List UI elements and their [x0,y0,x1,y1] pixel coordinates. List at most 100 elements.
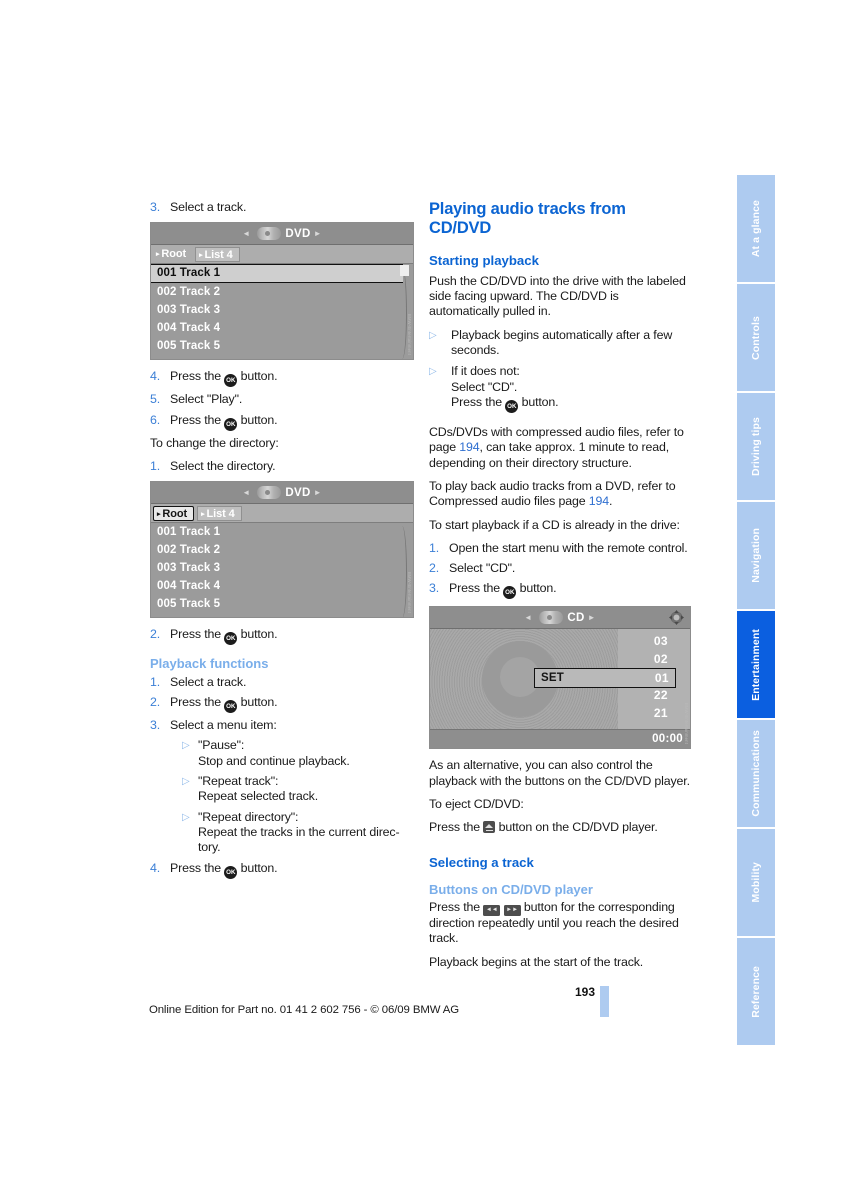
screenshot-dvd-list-4: ◄ DVD ► ▸ Root ▸ List 4 001 Track 1 002 Tr… [150,222,414,361]
index-tab-navigation[interactable]: Navigation [737,502,775,609]
menu-item-pause: ▷ "Pause": Stop and continue playback. [150,738,414,769]
figure-caption: BMW-Entertainment [407,572,412,614]
step-number: 3. [150,718,161,733]
index-tab-entertainment[interactable]: Entertainment [737,611,775,718]
nav-left-icon: ◄ [524,613,533,623]
heading-playback-functions: Playback functions [150,656,269,672]
change-directory-intro: To change the directory: [150,435,279,450]
manual-page: 3. Select a track. ◄ DVD ► ▸ Root ▸ List 4… [0,0,848,1200]
triangle-bullet-icon: ▷ [429,329,437,341]
triangle-bullet-icon: ▷ [182,740,190,752]
screen-tab-list4: ▸ List 4 [197,505,242,521]
eject-intro: To eject CD/DVD: [429,797,524,812]
page-reference-link[interactable]: 194 [589,494,609,508]
screen-tabbar: ▸ Root ▸ List 4 [151,504,413,524]
step-number: 2. [150,627,161,642]
left-column: 3. Select a track. ◄ DVD ► ▸ Root ▸ List 4… [150,200,414,884]
ok-button-icon: OK [224,632,238,646]
step-select-cd: 2. Select "CD". [429,561,691,576]
menu-item-text: "Pause": Stop and continue playback. [198,738,350,768]
selected-track-row: SET 01 [534,668,676,689]
step-text: Select a menu item: [170,718,277,733]
track-row: 002 Track 2 [157,286,221,299]
section-index-tabs: At a glance Controls Driving tips Naviga… [737,175,775,1047]
caret-icon: ▸ [201,510,205,518]
menu-item-text: "Repeat directory": Repeat the tracks in … [198,809,400,855]
nav-right-icon: ► [313,488,322,498]
screen-tabbar: ▸ Root ▸ List 4 [151,245,413,265]
step-number: 1. [150,458,161,473]
footer-edition-line: Online Edition for Part no. 01 41 2 602 … [148,1004,460,1016]
step-text: Press the OK button. [170,861,414,879]
playback-start-note: Playback begins at the start of the trac… [429,954,644,969]
step-text: Press the OK button. [170,695,414,714]
track-row: 004 Track 4 [157,580,221,593]
screen-title-bar: ◄ DVD ► [151,482,413,505]
step-press-ok-6: 6. Press the OK button. [150,413,414,431]
index-tab-controls[interactable]: Controls [737,284,775,391]
step-pb-select-track: 1. Select a track. [150,675,414,690]
page-reference-link[interactable]: 194 [459,440,479,454]
step-select-directory: 1. Select the directory. [150,459,414,474]
track-number: 22 [653,688,668,703]
nav-left-icon: ◄ [242,229,251,239]
screen-tab-list4: ▸ List 4 [195,246,240,262]
track-row: 003 Track 3 [157,562,221,575]
step-number: 2. [429,561,440,576]
screen-track-list: 001 Track 1 002 Track 2 003 Track 3 004 … [151,264,413,360]
heading-selecting-a-track: Selecting a track [429,854,534,870]
heading-buttons-on-player: Buttons on CD/DVD player [429,881,593,897]
step-text: Press the OK button. [170,413,414,431]
track-row: 004 Track 4 [157,322,221,335]
step-select-play: 5. Select "Play". [150,392,414,407]
track-number: 03 [653,634,668,649]
cd-time-bar: 00:00 [430,729,690,749]
playback-time: 00:00 [652,733,683,746]
ok-button-icon: OK [224,865,238,879]
step-text: Press the OK button. [170,627,414,646]
caret-icon: ▸ [199,251,203,259]
ok-button-icon: OK [503,586,517,600]
nav-right-icon: ► [587,613,596,623]
step-number: 6. [150,412,161,427]
skip-previous-button-icon: ◄◄ [483,905,501,917]
step-select-track: 3. Select a track. [150,200,414,215]
step-number: 1. [429,540,440,555]
figure-caption: BMW-Entertainment [684,703,689,745]
track-row-selected: 001 Track 1 [151,264,403,284]
skip-next-button-icon: ►► [503,905,521,917]
step-text: Select a track. [170,674,247,689]
ok-button-icon: OK [224,374,238,388]
index-tab-at-a-glance[interactable]: At a glance [737,175,775,282]
cd-visual-area: 03 02 00 22 21 SET 01 [430,629,690,730]
ok-button-icon: OK [505,399,519,413]
screenshot-cd-playback: ◄ CD ► 03 02 00 22 21 [429,606,691,750]
figure-caption: BMW-Entertainment [407,314,412,356]
eject-button-icon [483,821,496,834]
nav-left-icon: ◄ [242,488,251,498]
screen-tab-root-selected: ▸ Root [153,505,195,521]
starting-playback-paragraph: Push the CD/DVD into the drive with the … [429,273,686,319]
step-number: 4. [150,369,161,384]
track-row: 003 Track 3 [157,304,221,317]
page-number: 193 [574,985,595,999]
track-number: 21 [653,706,668,721]
index-tab-driving-tips[interactable]: Driving tips [737,393,775,500]
eject-instruction: Press the button on the CD/DVD player. [429,820,658,835]
step-pb-press-ok-4: 4. Press the OK button. [150,861,414,879]
track-row: 005 Track 5 [157,598,221,611]
step-press-ok-cd: 3. Press the OK button. [429,581,691,600]
screen-tab-root: ▸ Root [156,247,187,260]
step-number: 4. [150,860,161,875]
disc-icon [257,227,282,241]
caret-icon: ▸ [157,510,161,518]
bullet-if-not: ▷ If it does not: Select "CD". Press the… [429,364,691,413]
step-text: Select "CD". [449,561,516,576]
step-open-start-menu: 1. Open the start menu with the remote c… [429,541,691,556]
footer-marker [600,986,609,1017]
index-tab-communications[interactable]: Communications [737,720,775,827]
index-tab-mobility[interactable]: Mobility [737,829,775,936]
step-text: Open the start menu with the remote cont… [449,540,688,555]
step-number: 3. [150,200,161,214]
step-pb-press-ok: 2. Press the OK button. [150,695,414,714]
